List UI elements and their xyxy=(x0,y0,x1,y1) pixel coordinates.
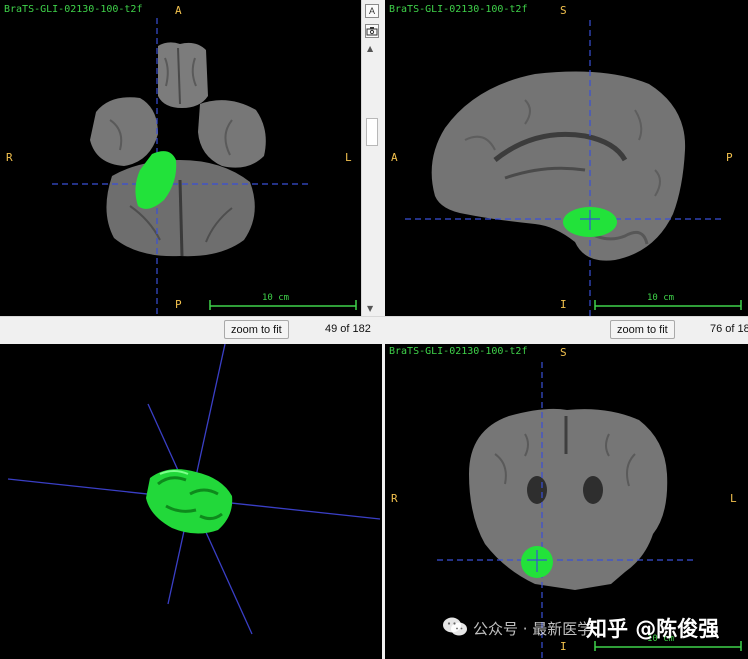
coronal-view[interactable]: BraTS-GLI-02130-100-t2f S R L I 10 cm xyxy=(385,344,748,659)
zoom-to-fit-button[interactable]: zoom to fit xyxy=(610,320,675,339)
orientation-bottom: P xyxy=(175,298,182,311)
scale-label: 10 cm xyxy=(262,293,290,303)
slice-scrollbar[interactable]: A ▲ ▼ xyxy=(361,0,382,316)
orientation-right: L xyxy=(730,492,737,505)
slice-counter: 76 of 18 xyxy=(710,323,748,335)
orientation-bottom: I xyxy=(560,298,567,311)
annotation-toggle-button[interactable]: A xyxy=(365,4,379,18)
axial-view[interactable]: BraTS-GLI-02130-100-t2f A R L P 10 cm xyxy=(0,0,361,316)
orientation-bottom: I xyxy=(560,640,567,653)
scroll-thumb[interactable] xyxy=(366,118,378,146)
zoom-to-fit-button[interactable]: zoom to fit xyxy=(224,320,289,339)
3d-render-image xyxy=(7,344,381,635)
sagittal-view[interactable]: BraTS-GLI-02130-100-t2f S A P I 10 cm xyxy=(385,0,748,316)
3d-render-view[interactable] xyxy=(0,344,382,659)
axial-image xyxy=(52,18,357,316)
scale-label: 10 cm xyxy=(647,293,675,303)
scroll-up-icon[interactable]: ▲ xyxy=(367,44,373,53)
brain-frontal xyxy=(158,42,208,108)
orientation-top: S xyxy=(560,4,567,17)
camera-icon[interactable] xyxy=(365,24,379,38)
sagittal-image xyxy=(405,20,742,316)
orientation-right: P xyxy=(726,151,733,164)
sagittal-toolbar: zoom to fit 76 of 18 xyxy=(385,316,748,345)
series-label: BraTS-GLI-02130-100-t2f xyxy=(4,4,143,15)
brain-temporal-left xyxy=(90,97,158,166)
orientation-right: L xyxy=(345,151,352,164)
orientation-left: R xyxy=(391,492,398,505)
brain-sagittal xyxy=(431,71,686,261)
series-label: BraTS-GLI-02130-100-t2f xyxy=(389,346,528,357)
orientation-top: S xyxy=(560,346,567,359)
series-label: BraTS-GLI-02130-100-t2f xyxy=(389,4,528,15)
zhihu-watermark: 知乎 @陈俊强 xyxy=(586,617,720,641)
orientation-top: A xyxy=(175,4,182,17)
scroll-down-icon[interactable]: ▼ xyxy=(367,304,373,313)
coronal-image xyxy=(437,362,742,659)
wechat-icon xyxy=(442,616,468,642)
tumor-segmentation-3d xyxy=(146,469,233,534)
orientation-left: A xyxy=(391,151,398,164)
brain-coronal xyxy=(469,408,668,590)
slice-counter: 49 of 182 xyxy=(325,323,371,335)
axial-toolbar: zoom to fit 49 of 182 xyxy=(0,316,385,345)
orientation-left: R xyxy=(6,151,13,164)
brain-temporal-right xyxy=(198,100,266,168)
wechat-watermark: 公众号 · 最新医学 xyxy=(473,620,593,638)
